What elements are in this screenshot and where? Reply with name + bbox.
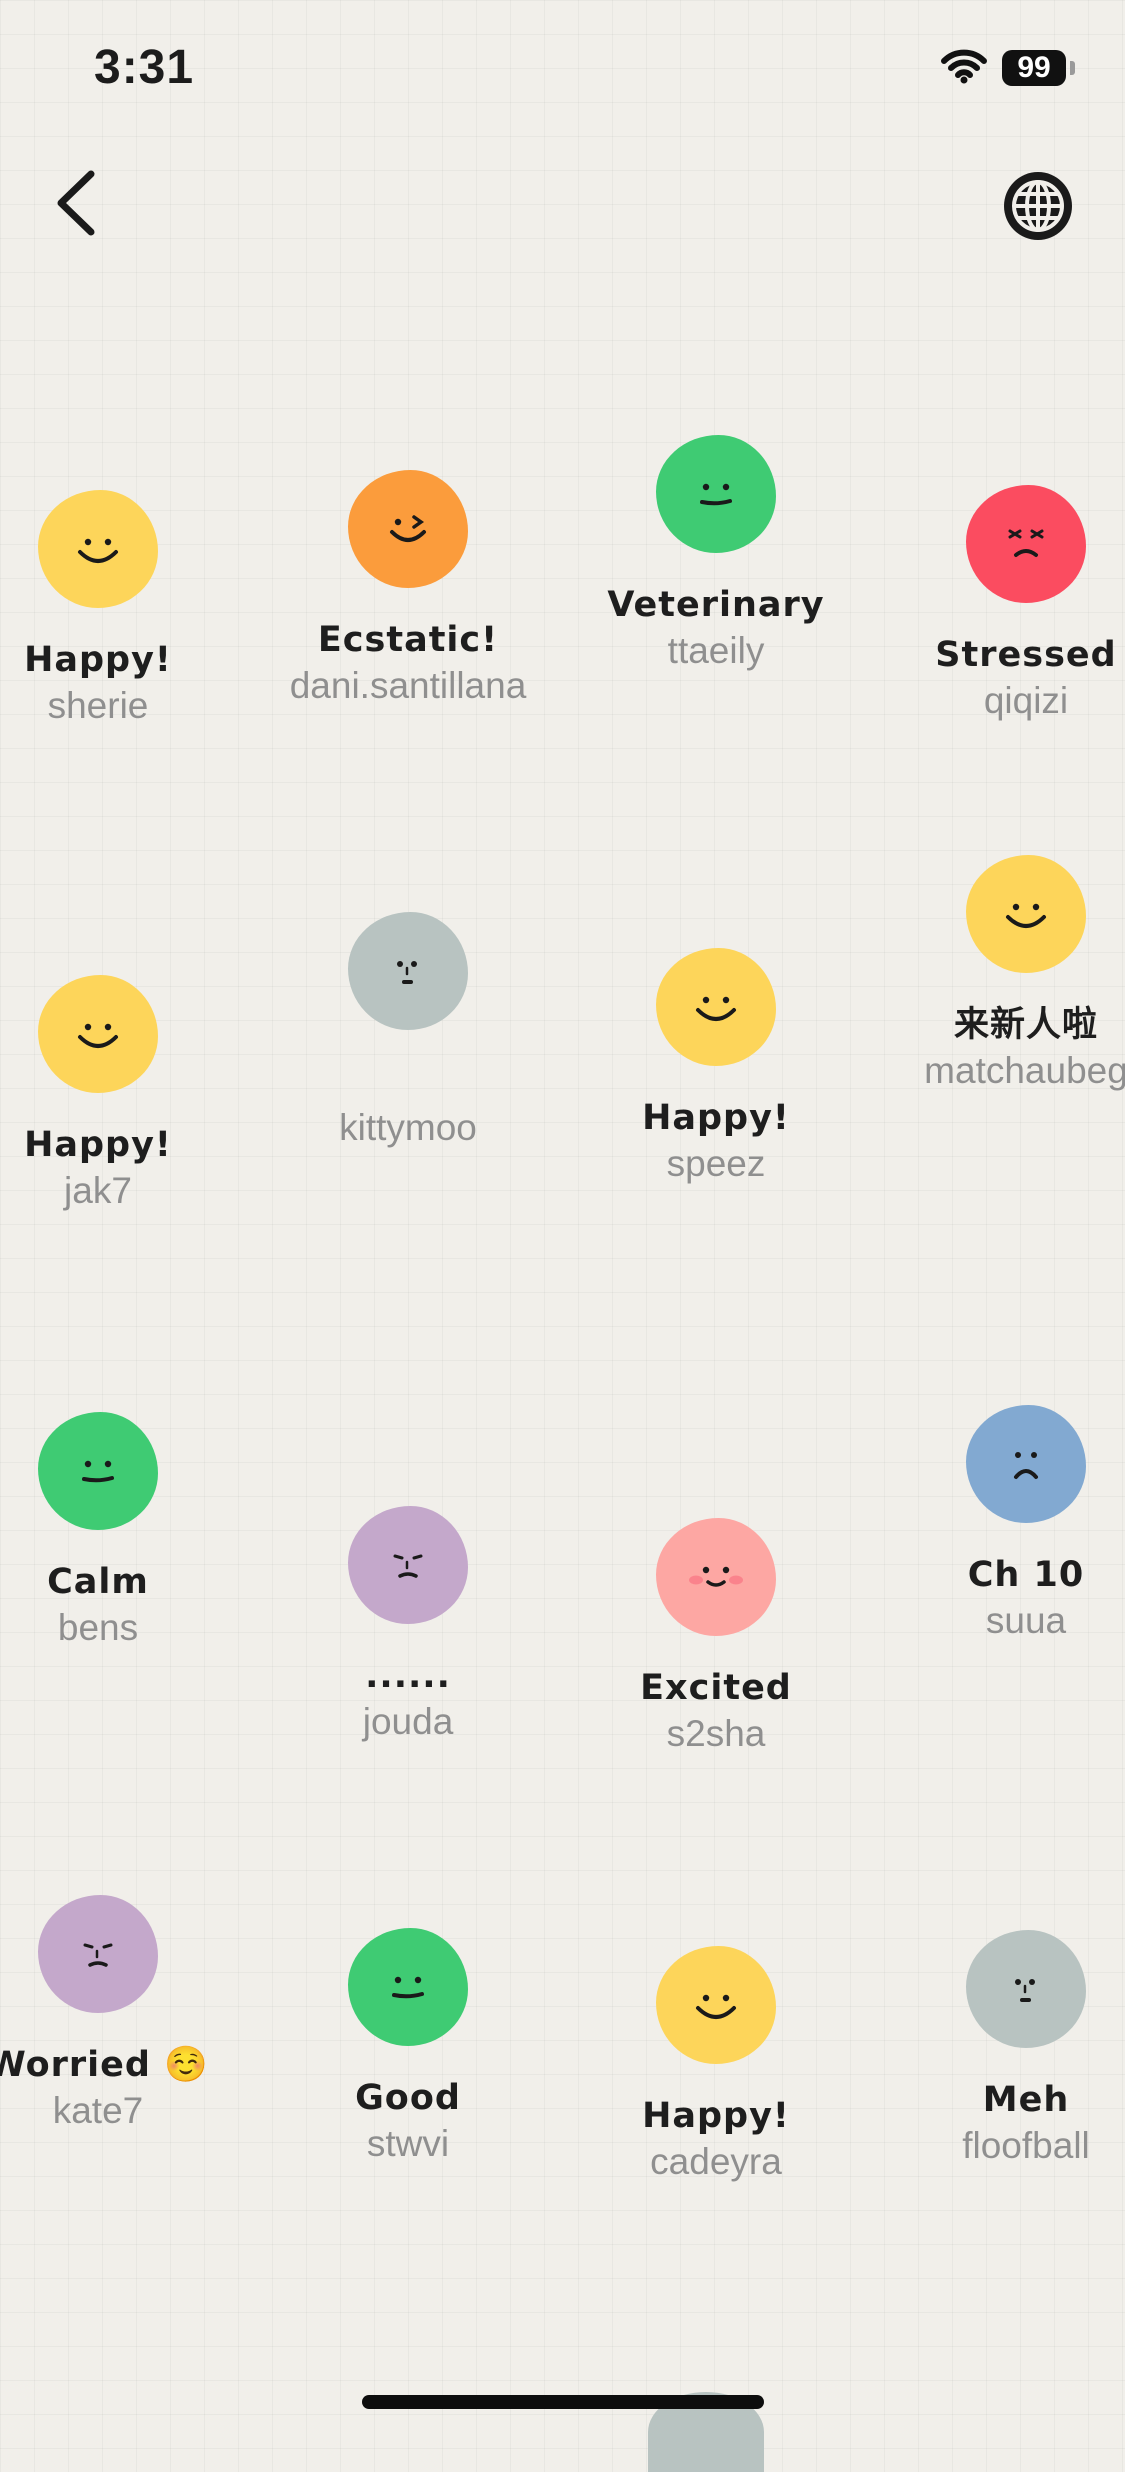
mood-status-text: Ecstatic! [317, 620, 499, 660]
username: speez [666, 1143, 766, 1184]
mood-status-text: ...... [365, 1656, 451, 1696]
username: bens [57, 1607, 139, 1648]
gray-mood-face-icon [348, 912, 468, 1030]
username: jouda [362, 1701, 454, 1742]
username: sherie [47, 685, 149, 726]
user-mood-card[interactable]: 来新人啦 matchaubeg [896, 855, 1125, 1095]
user-mood-card[interactable]: Good stwvi [278, 1928, 538, 2168]
globe-button[interactable] [1000, 168, 1076, 244]
username: suua [985, 1600, 1067, 1641]
username: s2sha [666, 1713, 766, 1754]
user-mood-card[interactable]: Happy! sherie [0, 490, 228, 730]
yellow-mood-face-icon [966, 855, 1086, 973]
user-mood-card[interactable]: Stressed qiqizi [896, 485, 1125, 725]
purple-mood-face-icon [348, 1506, 468, 1624]
mood-status-text: Veterinary [607, 585, 825, 625]
purple-mood-face-icon [38, 1895, 158, 2013]
user-mood-card[interactable]: Worried ☺️ kate7 [0, 1895, 228, 2135]
username: matchaubeg [924, 1050, 1125, 1091]
back-button[interactable] [40, 160, 110, 250]
globe-icon [1000, 172, 1076, 248]
mood-status-text: Ch 10 [967, 1555, 1085, 1595]
user-mood-card[interactable]: ...... jouda [278, 1506, 538, 1746]
red-mood-face-icon [966, 485, 1086, 603]
mood-status-text: 来新人啦 [953, 1005, 1098, 1045]
user-mood-card[interactable]: Ecstatic! dani.santillana [278, 470, 538, 710]
username: kate7 [52, 2090, 144, 2131]
blue-mood-face-icon [966, 1405, 1086, 1523]
username: floofball [962, 2125, 1090, 2166]
pink-mood-face-icon [656, 1518, 776, 1636]
mood-status-text [401, 1060, 414, 1104]
user-mood-card[interactable]: Happy! speez [586, 948, 846, 1188]
user-mood-card[interactable]: Veterinary ttaeily [586, 435, 846, 675]
user-mood-card[interactable]: kittymoo [278, 912, 538, 1152]
green-mood-face-icon [38, 1412, 158, 1530]
green-mood-face-icon [656, 435, 776, 553]
yellow-mood-face-icon [656, 948, 776, 1066]
yellow-mood-face-icon [656, 1946, 776, 2064]
status-bar-indicators: 99 [940, 48, 1075, 88]
username: stwvi [366, 2123, 450, 2164]
yellow-mood-face-icon [38, 490, 158, 608]
green-mood-face-icon [348, 1928, 468, 2046]
mood-status-text: Happy! [24, 1125, 172, 1165]
username: jak7 [64, 1170, 132, 1211]
username: ttaeily [667, 630, 765, 671]
mood-status-text: Meh [982, 2080, 1070, 2120]
battery-level: 99 [1017, 51, 1051, 84]
home-indicator[interactable] [362, 2395, 764, 2409]
mood-status-text: Happy! [642, 1098, 790, 1138]
user-mood-card[interactable]: Happy! jak7 [0, 975, 228, 1215]
mood-status-text: Happy! [24, 640, 172, 680]
mood-status-text: Good [355, 2078, 461, 2118]
orange-mood-face-icon [348, 470, 468, 588]
username: dani.santillana [289, 665, 527, 706]
user-mood-card[interactable]: Excited s2sha [586, 1518, 846, 1758]
username: cadeyra [650, 2141, 782, 2182]
battery-tip [1070, 61, 1075, 75]
user-mood-card[interactable]: Ch 10 suua [896, 1405, 1125, 1645]
user-mood-card[interactable]: Calm bens [0, 1412, 228, 1652]
mood-status-text: Calm [47, 1562, 149, 1602]
battery-icon: 99 [1002, 50, 1066, 86]
mood-status-text: Happy! [642, 2096, 790, 2136]
mood-status-text: Worried ☺️ [0, 2045, 209, 2085]
gray-mood-face-icon [966, 1930, 1086, 2048]
status-bar-time: 3:31 [94, 41, 195, 94]
mood-status-text: Stressed [935, 635, 1117, 675]
mood-status-text: Excited [640, 1668, 792, 1708]
chevron-left-icon [53, 168, 97, 243]
yellow-mood-face-icon [38, 975, 158, 1093]
username: qiqizi [983, 680, 1069, 721]
wifi-icon [940, 48, 988, 89]
username: kittymoo [339, 1107, 477, 1148]
user-mood-card[interactable]: Happy! cadeyra [586, 1946, 846, 2186]
user-mood-card[interactable]: Meh floofball [896, 1930, 1125, 2170]
